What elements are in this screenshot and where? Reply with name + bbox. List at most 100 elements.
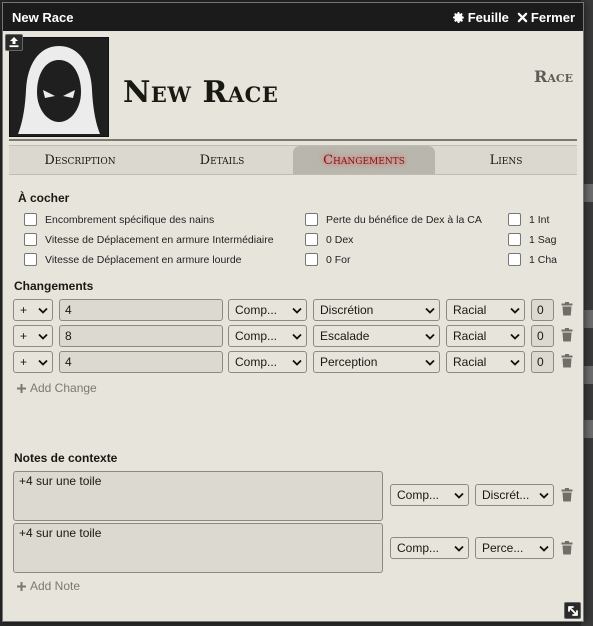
- checkbox-label: 1 Cha: [529, 253, 558, 266]
- race-sheet-window: New Race Feuille Fermer New Race Race De…: [2, 2, 584, 622]
- checkbox-label: Vitesse de Déplacement en armure Intermé…: [45, 233, 274, 246]
- target-value: Discrétion: [320, 303, 374, 317]
- add-change-label: Add Change: [30, 381, 97, 395]
- race-name[interactable]: New Race: [123, 75, 278, 110]
- add-change-button[interactable]: Add Change: [16, 381, 97, 395]
- priority-input[interactable]: 0: [531, 299, 554, 321]
- chevron-down-icon: [292, 333, 302, 340]
- note-category-value: Comp...: [397, 488, 440, 502]
- checkbox-option[interactable]: 1 Int: [508, 213, 549, 226]
- category-select[interactable]: Comp...: [228, 325, 307, 347]
- note-target-value: Perce...: [482, 541, 524, 555]
- tab-liens[interactable]: Liens: [435, 146, 577, 174]
- chevron-down-icon: [425, 359, 435, 366]
- checkbox[interactable]: [24, 253, 37, 266]
- chevron-down-icon: [510, 333, 520, 340]
- checkbox-label: 0 Dex: [326, 233, 354, 246]
- trash-icon[interactable]: [561, 328, 573, 342]
- operator-select[interactable]: +: [13, 325, 53, 347]
- modifier-type-value: Racial: [453, 355, 487, 369]
- sheet-config-label: Feuille: [467, 9, 509, 25]
- checkbox-label: Perte du bénéfice de Dex à la CA: [326, 213, 482, 226]
- checkbox-label: Vitesse de Déplacement en armure lourde: [45, 253, 242, 266]
- checkbox-label: 1 Int: [529, 213, 550, 226]
- modifier-type-value: Racial: [453, 303, 487, 317]
- chevron-down-icon: [539, 545, 549, 552]
- checkbox-option[interactable]: 1 Sag: [508, 233, 556, 246]
- tab-changements[interactable]: Changements: [293, 146, 435, 174]
- resize-icon: [567, 605, 578, 616]
- notes-title: Notes de contexte: [14, 451, 118, 465]
- chevron-down-icon: [292, 359, 302, 366]
- formula-input[interactable]: 4: [59, 299, 223, 321]
- checkbox-option[interactable]: Vitesse de Déplacement en armure lourde: [24, 253, 242, 266]
- priority-input[interactable]: 0: [531, 351, 554, 373]
- resize-handle[interactable]: [564, 602, 581, 619]
- checkbox[interactable]: [305, 253, 318, 266]
- chevron-down-icon: [425, 333, 435, 340]
- header-divider: [9, 139, 577, 141]
- checkbox-label: 1 Sag: [529, 233, 557, 246]
- note-category-select[interactable]: Comp...: [390, 537, 469, 559]
- checkbox[interactable]: [305, 213, 318, 226]
- plus-icon: [17, 383, 26, 393]
- gear-icon: [452, 11, 465, 24]
- race-portrait[interactable]: [9, 37, 109, 137]
- checkbox-option[interactable]: Vitesse de Déplacement en armure Intermé…: [24, 233, 274, 246]
- note-target-select[interactable]: Perce...: [475, 537, 554, 559]
- chevron-down-icon: [510, 307, 520, 314]
- target-select[interactable]: Perception: [313, 351, 440, 373]
- background-tab: [583, 184, 593, 202]
- checkbox[interactable]: [508, 233, 521, 246]
- category-select[interactable]: Comp...: [228, 299, 307, 321]
- trash-icon[interactable]: [561, 302, 573, 316]
- change-row: + 4 Comp... Discrétion Racial 0: [13, 299, 573, 321]
- note-target-select[interactable]: Discrét...: [475, 484, 554, 506]
- note-category-value: Comp...: [397, 541, 440, 555]
- checkbox-option[interactable]: Perte du bénéfice de Dex à la CA: [305, 213, 482, 226]
- add-note-button[interactable]: Add Note: [16, 579, 80, 593]
- chevron-down-icon: [454, 492, 464, 499]
- checkbox-option[interactable]: 0 For: [305, 253, 351, 266]
- target-select[interactable]: Escalade: [313, 325, 440, 347]
- modifier-type-select[interactable]: Racial: [446, 299, 525, 321]
- chevron-down-icon: [38, 359, 48, 366]
- checkbox[interactable]: [305, 233, 318, 246]
- operator-select[interactable]: +: [13, 351, 53, 373]
- close-button[interactable]: Fermer: [517, 10, 575, 25]
- trash-icon[interactable]: [561, 354, 573, 368]
- checkbox-option[interactable]: 0 Dex: [305, 233, 353, 246]
- operator-select[interactable]: +: [13, 299, 53, 321]
- note-text-area[interactable]: +4 sur une toile: [13, 523, 383, 573]
- modifier-type-select[interactable]: Racial: [446, 351, 525, 373]
- formula-input[interactable]: 4: [59, 351, 223, 373]
- trash-icon[interactable]: [561, 488, 573, 502]
- trash-icon[interactable]: [561, 541, 573, 555]
- chevron-down-icon: [454, 545, 464, 552]
- modifier-type-select[interactable]: Racial: [446, 325, 525, 347]
- tab-description[interactable]: Description: [9, 146, 151, 174]
- category-value: Comp...: [235, 303, 278, 317]
- category-select[interactable]: Comp...: [228, 351, 307, 373]
- note-category-select[interactable]: Comp...: [390, 484, 469, 506]
- checkbox-label: Encombrement spécifique des nains: [45, 213, 215, 226]
- checkbox[interactable]: [24, 233, 37, 246]
- note-text-area[interactable]: +4 sur une toile: [13, 471, 383, 521]
- formula-input[interactable]: 8: [59, 325, 223, 347]
- target-select[interactable]: Discrétion: [313, 299, 440, 321]
- change-row: + 4 Comp... Perception Racial 0: [13, 351, 573, 373]
- checkbox[interactable]: [508, 213, 521, 226]
- checkbox[interactable]: [24, 213, 37, 226]
- background-tab: [583, 310, 593, 328]
- priority-input[interactable]: 0: [531, 325, 554, 347]
- checkbox-option[interactable]: Encombrement spécifique des nains: [24, 213, 214, 226]
- sheet-config-button[interactable]: Feuille: [452, 10, 509, 25]
- import-button[interactable]: [5, 34, 23, 51]
- checkbox[interactable]: [508, 253, 521, 266]
- upload-icon: [8, 33, 20, 52]
- tab-details[interactable]: Details: [151, 146, 293, 174]
- window-titlebar[interactable]: New Race Feuille Fermer: [3, 3, 583, 31]
- note-target-value: Discrét...: [482, 488, 530, 502]
- checkbox-option[interactable]: 1 Cha: [508, 253, 557, 266]
- operator-value: +: [20, 329, 28, 343]
